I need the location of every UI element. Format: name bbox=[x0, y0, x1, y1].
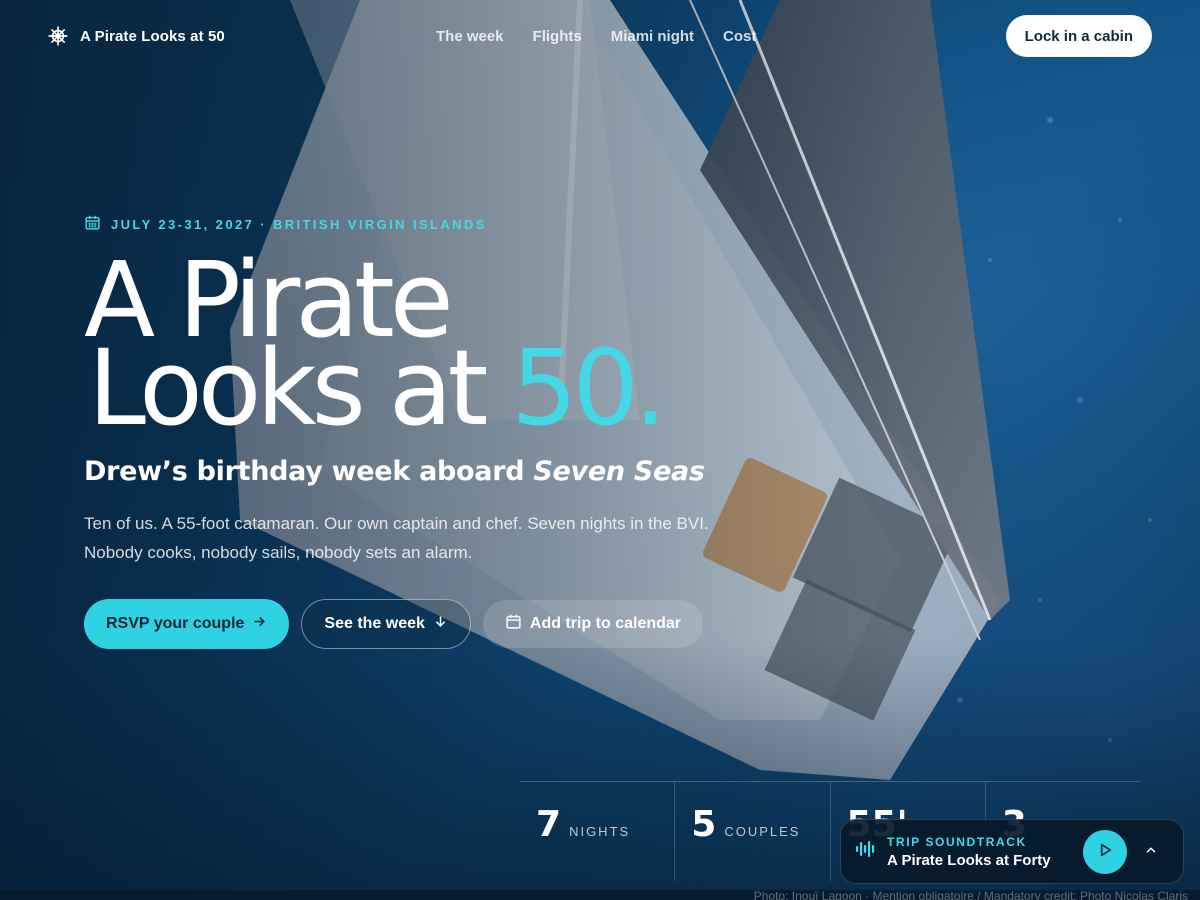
stat-nights: 7 NIGHTS bbox=[520, 782, 674, 881]
arrow-right-icon bbox=[252, 614, 267, 634]
nav-link-cost[interactable]: Cost bbox=[723, 28, 756, 45]
chevron-up-icon bbox=[1144, 843, 1158, 860]
soundtrack-player: TRIP SOUNDTRACK A Pirate Looks at Forty bbox=[840, 819, 1184, 884]
ship-wheel-icon bbox=[48, 26, 68, 46]
rsvp-button[interactable]: RSVP your couple bbox=[84, 599, 290, 649]
nav-link-the-week[interactable]: The week bbox=[436, 28, 504, 45]
brand-name: A Pirate Looks at 50 bbox=[80, 27, 225, 45]
headline-prefix: Looks at bbox=[88, 327, 488, 449]
play-icon bbox=[1097, 842, 1113, 861]
audio-waveform-icon bbox=[855, 839, 875, 864]
track-title: A Pirate Looks at Forty bbox=[887, 851, 1051, 869]
see-the-week-button[interactable]: See the week bbox=[301, 599, 471, 649]
play-button[interactable] bbox=[1083, 829, 1127, 874]
stat-label: NIGHTS bbox=[569, 824, 631, 839]
stat-value: 5 bbox=[691, 804, 717, 845]
stat-value: 7 bbox=[536, 804, 562, 845]
nav-links: The week Flights Miami night Cost bbox=[436, 0, 756, 72]
subhead-prefix: Drew’s birthday week aboard bbox=[84, 456, 525, 487]
hero-content: JULY 23-31, 2027 · BRITISH VIRGIN ISLAND… bbox=[84, 214, 744, 649]
top-nav: A Pirate Looks at 50 The week Flights Mi… bbox=[0, 0, 1200, 72]
photo-credit-bar: Photo: Inouï Lagoon · Mention obligatoir… bbox=[0, 890, 1200, 900]
trip-dates: JULY 23-31, 2027 · BRITISH VIRGIN ISLAND… bbox=[84, 214, 744, 234]
nav-link-flights[interactable]: Flights bbox=[533, 28, 582, 45]
nav-link-miami-night[interactable]: Miami night bbox=[611, 28, 694, 45]
stat-label: COUPLES bbox=[724, 824, 801, 839]
hero-description: Ten of us. A 55-foot catamaran. Our own … bbox=[84, 514, 709, 562]
add-to-calendar-label: Add trip to calendar bbox=[529, 615, 682, 632]
stat-couples: 5 COUPLES bbox=[674, 782, 829, 881]
subheadline: Drew’s birthday week aboard Seven Seas bbox=[84, 456, 744, 487]
player-kicker: TRIP SOUNDTRACK bbox=[887, 834, 1027, 849]
brand[interactable]: A Pirate Looks at 50 bbox=[48, 26, 225, 46]
page-title: A Pirate Looks at 50. bbox=[84, 248, 744, 440]
headline-line-2: Looks at 50. bbox=[88, 336, 744, 440]
photo-credit: Photo: Inouï Lagoon · Mention obligatoir… bbox=[753, 890, 1188, 900]
headline-accent: 50. bbox=[511, 327, 666, 449]
rsvp-button-label: RSVP your couple bbox=[106, 615, 245, 632]
player-meta: TRIP SOUNDTRACK A Pirate Looks at Forty bbox=[887, 835, 1083, 869]
calendar-icon bbox=[84, 214, 101, 234]
hero-actions: RSVP your couple See the week Add trip t… bbox=[84, 599, 744, 649]
calendar-icon bbox=[505, 613, 522, 635]
lock-in-cabin-button[interactable]: Lock in a cabin bbox=[1005, 15, 1152, 57]
eyebrow-text: JULY 23-31, 2027 · BRITISH VIRGIN ISLAND… bbox=[111, 216, 487, 232]
add-to-calendar-button[interactable]: Add trip to calendar bbox=[482, 600, 704, 648]
boat-name: Seven Seas bbox=[533, 456, 705, 487]
collapse-player-button[interactable] bbox=[1133, 834, 1169, 870]
see-the-week-label: See the week bbox=[324, 615, 425, 632]
arrow-down-icon bbox=[433, 614, 448, 634]
